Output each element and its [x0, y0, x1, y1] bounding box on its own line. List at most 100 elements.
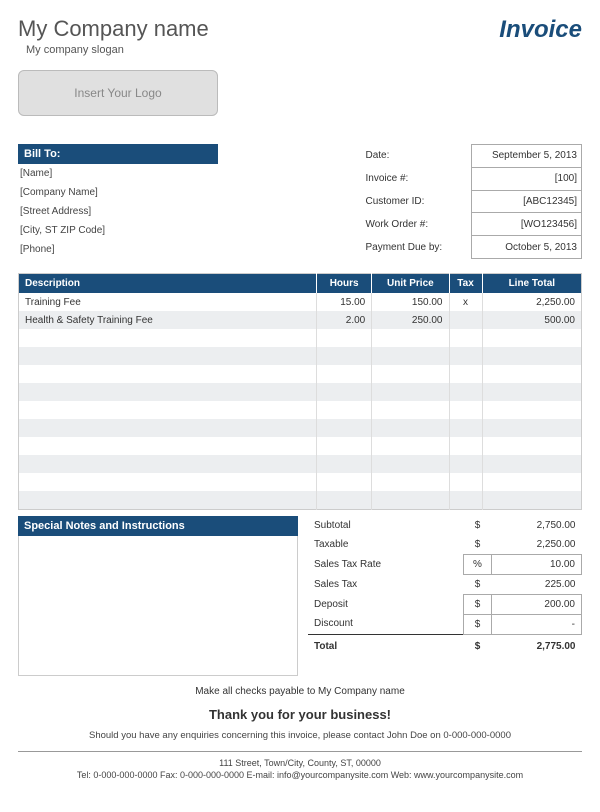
- item-description[interactable]: [19, 329, 317, 347]
- table-row[interactable]: [19, 455, 582, 473]
- item-tax[interactable]: [449, 419, 482, 437]
- item-tax[interactable]: [449, 473, 482, 491]
- item-description[interactable]: [19, 365, 317, 383]
- special-notes-body[interactable]: [18, 536, 298, 676]
- item-tax[interactable]: [449, 383, 482, 401]
- table-row[interactable]: [19, 473, 582, 491]
- item-unit-price[interactable]: [372, 437, 449, 455]
- item-hours[interactable]: [317, 491, 372, 509]
- item-tax[interactable]: [449, 491, 482, 509]
- deposit-symbol: $: [464, 594, 492, 614]
- item-line-total: [482, 473, 581, 491]
- item-description[interactable]: [19, 491, 317, 509]
- item-unit-price[interactable]: [372, 419, 449, 437]
- item-line-total: [482, 347, 581, 365]
- item-hours[interactable]: [317, 437, 372, 455]
- item-hours[interactable]: [317, 419, 372, 437]
- table-row[interactable]: [19, 401, 582, 419]
- table-row[interactable]: [19, 365, 582, 383]
- table-row[interactable]: [19, 437, 582, 455]
- item-unit-price[interactable]: [372, 383, 449, 401]
- item-line-total: [482, 455, 581, 473]
- item-hours[interactable]: [317, 455, 372, 473]
- item-hours[interactable]: [317, 365, 372, 383]
- item-tax[interactable]: [449, 311, 482, 329]
- invoice-number-label: Invoice #:: [362, 167, 472, 190]
- item-unit-price[interactable]: [372, 455, 449, 473]
- customer-id-value[interactable]: [ABC12345]: [472, 190, 582, 213]
- item-unit-price[interactable]: [372, 473, 449, 491]
- subtotal-label: Subtotal: [308, 516, 464, 535]
- item-description[interactable]: [19, 473, 317, 491]
- item-unit-price[interactable]: [372, 491, 449, 509]
- table-row[interactable]: Health & Safety Training Fee2.00250.0050…: [19, 311, 582, 329]
- table-row[interactable]: [19, 491, 582, 509]
- payment-due-label: Payment Due by:: [362, 236, 472, 259]
- invoice-number-value[interactable]: [100]: [472, 167, 582, 190]
- item-line-total: 2,250.00: [482, 293, 581, 311]
- bill-to-street[interactable]: [Street Address]: [18, 202, 218, 221]
- total-symbol: $: [464, 634, 492, 656]
- item-unit-price[interactable]: 250.00: [372, 311, 449, 329]
- thank-you-line: Thank you for your business!: [18, 707, 582, 722]
- bill-to-company[interactable]: [Company Name]: [18, 183, 218, 202]
- item-line-total: [482, 401, 581, 419]
- item-unit-price[interactable]: [372, 329, 449, 347]
- company-name: My Company name: [18, 16, 209, 42]
- item-description[interactable]: [19, 437, 317, 455]
- item-unit-price[interactable]: [372, 401, 449, 419]
- item-description[interactable]: Health & Safety Training Fee: [19, 311, 317, 329]
- item-tax[interactable]: [449, 455, 482, 473]
- item-description[interactable]: Training Fee: [19, 293, 317, 311]
- item-description[interactable]: [19, 347, 317, 365]
- date-label: Date:: [362, 145, 472, 168]
- item-tax[interactable]: [449, 347, 482, 365]
- item-tax[interactable]: x: [449, 293, 482, 311]
- logo-placeholder[interactable]: Insert Your Logo: [18, 70, 218, 116]
- col-header-line-total: Line Total: [482, 274, 581, 294]
- item-description[interactable]: [19, 419, 317, 437]
- tax-rate-value[interactable]: 10.00: [492, 554, 582, 574]
- item-unit-price[interactable]: [372, 347, 449, 365]
- table-row[interactable]: Training Fee15.00150.00x2,250.00: [19, 293, 582, 311]
- work-order-value[interactable]: [WO123456]: [472, 213, 582, 236]
- item-hours[interactable]: [317, 383, 372, 401]
- item-tax[interactable]: [449, 401, 482, 419]
- col-header-description: Description: [19, 274, 317, 294]
- invoice-title: Invoice: [499, 16, 582, 44]
- item-unit-price[interactable]: 150.00: [372, 293, 449, 311]
- bill-to-phone[interactable]: [Phone]: [18, 240, 218, 259]
- bill-to-city[interactable]: [City, ST ZIP Code]: [18, 221, 218, 240]
- payment-due-value[interactable]: October 5, 2013: [472, 236, 582, 259]
- subtotal-value: 2,750.00: [492, 516, 582, 535]
- item-tax[interactable]: [449, 365, 482, 383]
- table-row[interactable]: [19, 419, 582, 437]
- deposit-value[interactable]: 200.00: [492, 594, 582, 614]
- item-description[interactable]: [19, 383, 317, 401]
- item-hours[interactable]: [317, 401, 372, 419]
- footer-divider: [18, 751, 582, 752]
- item-hours[interactable]: [317, 329, 372, 347]
- discount-symbol: $: [464, 614, 492, 634]
- item-description[interactable]: [19, 455, 317, 473]
- totals-table: Subtotal $ 2,750.00 Taxable $ 2,250.00 S…: [308, 516, 582, 656]
- table-row[interactable]: [19, 329, 582, 347]
- table-row[interactable]: [19, 383, 582, 401]
- item-unit-price[interactable]: [372, 365, 449, 383]
- deposit-label: Deposit: [308, 594, 464, 614]
- work-order-label: Work Order #:: [362, 213, 472, 236]
- item-hours[interactable]: [317, 473, 372, 491]
- table-row[interactable]: [19, 347, 582, 365]
- item-tax[interactable]: [449, 329, 482, 347]
- item-hours[interactable]: 2.00: [317, 311, 372, 329]
- taxable-value: 2,250.00: [492, 535, 582, 555]
- date-value[interactable]: September 5, 2013: [472, 145, 582, 168]
- invoice-info-table: Date: September 5, 2013 Invoice #: [100]…: [362, 144, 583, 259]
- discount-value[interactable]: -: [492, 614, 582, 634]
- item-hours[interactable]: [317, 347, 372, 365]
- item-description[interactable]: [19, 401, 317, 419]
- special-notes-section: Special Notes and Instructions: [18, 516, 298, 676]
- item-tax[interactable]: [449, 437, 482, 455]
- bill-to-name[interactable]: [Name]: [18, 164, 218, 183]
- item-hours[interactable]: 15.00: [317, 293, 372, 311]
